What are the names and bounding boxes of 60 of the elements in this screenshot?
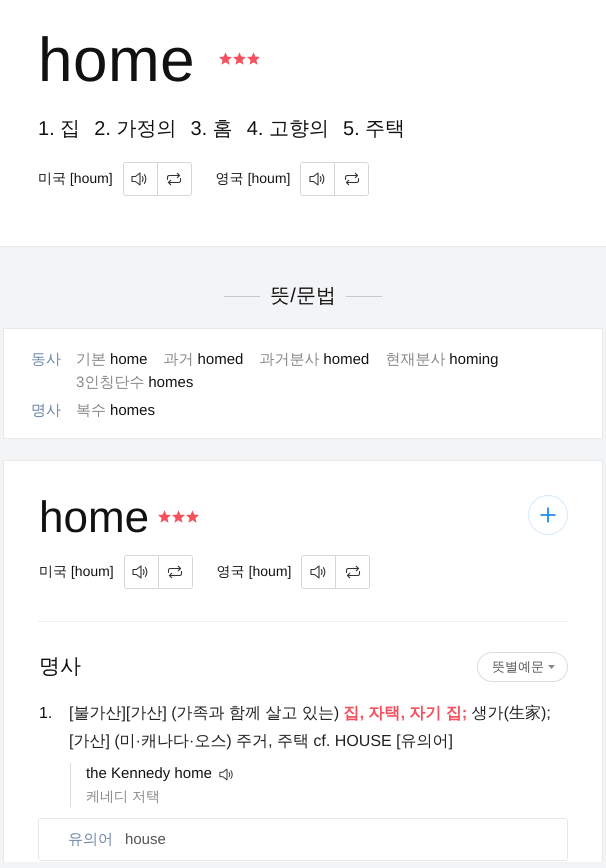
- part-of-speech-label: 동사: [31, 350, 62, 370]
- play-button[interactable]: [124, 555, 159, 589]
- pronunciation-label: 미국 [houm]: [39, 563, 114, 581]
- speaker-icon: [132, 565, 150, 579]
- headword: home: [39, 492, 150, 544]
- form-label: 3인칭단수: [76, 373, 144, 393]
- form-label: 과거분사: [259, 350, 320, 370]
- headword: home: [38, 25, 196, 97]
- pronunciation-label: 영국 [houm]: [216, 563, 292, 581]
- example-sentence: the Kennedy home: [86, 764, 212, 784]
- star-icon: [186, 510, 200, 522]
- repeat-icon: [342, 172, 361, 186]
- form-label: 현재분사: [385, 350, 446, 370]
- example-translation: 케네디 저택: [86, 787, 161, 806]
- repeat-button[interactable]: [334, 162, 370, 196]
- section-title: 뜻/문법: [270, 284, 336, 309]
- plus-icon: [538, 505, 558, 525]
- add-button[interactable]: [528, 495, 568, 535]
- speaker-icon: [131, 172, 150, 186]
- form-value: homes: [110, 401, 156, 421]
- meaning-text: 1. 집: [38, 117, 80, 142]
- speaker-icon: [308, 172, 327, 186]
- star-icon: [233, 52, 246, 64]
- pronunciation-label: 영국 [houm]: [216, 170, 290, 188]
- meaning-text: 4. 고향의: [246, 117, 329, 142]
- form-label: 복수: [76, 401, 106, 421]
- form-value: homed: [323, 350, 370, 370]
- repeat-icon: [165, 172, 184, 186]
- repeat-button[interactable]: [156, 162, 192, 196]
- form-label: 기본: [76, 350, 106, 370]
- filter-dropdown-button[interactable]: 뜻별예문: [477, 652, 568, 682]
- part-of-speech-heading: 명사: [38, 654, 81, 680]
- form-value: homes: [148, 373, 194, 393]
- star-icon: [158, 510, 172, 522]
- definition-number: 1.: [39, 704, 54, 724]
- play-button[interactable]: [122, 162, 158, 196]
- form-value: homing: [449, 350, 498, 370]
- part-of-speech-label: 명사: [31, 401, 62, 421]
- star-icon: [172, 510, 186, 522]
- pronunciation-label: 미국 [houm]: [38, 170, 113, 188]
- speaker-icon[interactable]: [218, 768, 235, 780]
- definition-text: [불가산][가산] (가족과 함께 살고 있는) 집, 자택, 자기 집; 생가(生家); [가산] (미·캐나다·오스) 주거, 주택 cf. HOUSE [유의어]: [69, 704, 552, 752]
- synonym-link[interactable]: house: [125, 831, 166, 848]
- form-value: homed: [198, 350, 244, 370]
- play-button[interactable]: [300, 162, 336, 196]
- meaning-text: 3. 홈: [190, 117, 233, 142]
- repeat-button[interactable]: [158, 555, 193, 589]
- form-value: home: [110, 350, 148, 370]
- repeat-button[interactable]: [335, 555, 370, 589]
- synonym-label: 유의어: [68, 830, 113, 849]
- star-icon: [247, 52, 260, 64]
- form-label: 과거: [164, 350, 194, 370]
- meaning-text: 2. 가정의: [94, 117, 176, 142]
- repeat-icon: [166, 565, 184, 579]
- speaker-icon: [310, 565, 328, 579]
- caret-icon: [548, 665, 555, 669]
- play-button[interactable]: [301, 555, 336, 589]
- star-icon: [219, 52, 232, 64]
- meaning-text: 5. 주택: [343, 117, 406, 142]
- repeat-icon: [344, 565, 362, 579]
